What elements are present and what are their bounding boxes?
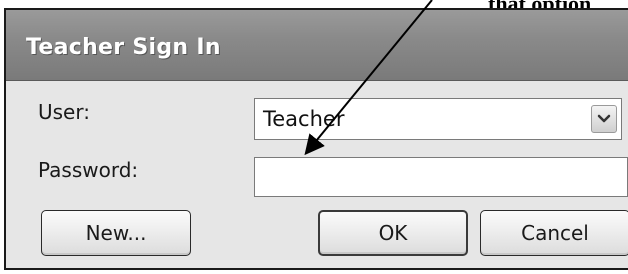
new-button[interactable]: New... — [41, 210, 191, 256]
user-select-value: Teacher — [263, 107, 345, 131]
user-label: User: — [38, 100, 90, 124]
password-label: Password: — [38, 158, 139, 182]
sign-in-dialog: Teacher Sign In User: Teacher Password: … — [4, 8, 628, 270]
cancel-button[interactable]: Cancel — [480, 210, 628, 256]
chevron-down-icon — [597, 114, 611, 123]
password-field[interactable] — [254, 157, 628, 197]
dialog-titlebar[interactable]: Teacher Sign In — [6, 10, 628, 81]
user-select[interactable]: Teacher — [254, 98, 622, 140]
ok-button[interactable]: OK — [318, 210, 468, 256]
dialog-title: Teacher Sign In — [26, 35, 221, 60]
dropdown-button[interactable] — [591, 105, 617, 133]
screenshot-stage: that option Teacher Sign In User: Teache… — [0, 0, 628, 274]
